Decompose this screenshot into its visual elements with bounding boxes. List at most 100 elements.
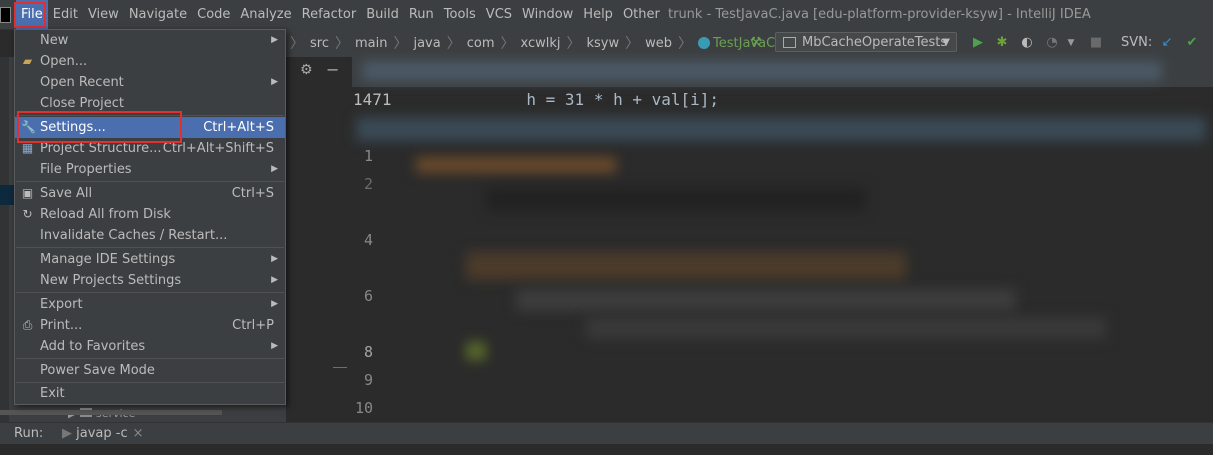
menu-item-export[interactable]: Export ▶ — [15, 294, 285, 315]
run-label: Run: — [14, 426, 44, 441]
blurred-code — [466, 342, 486, 360]
line-number: 1 — [363, 147, 373, 165]
menu-edit[interactable]: Edit — [48, 0, 83, 29]
menu-item-invalidate-caches[interactable]: Invalidate Caches / Restart... — [15, 225, 285, 246]
change-marker — [333, 367, 347, 368]
menu-item-save-all[interactable]: ▣ Save All Ctrl+S — [15, 183, 285, 204]
app-icon — [0, 7, 11, 23]
menu-separator — [16, 358, 284, 359]
menu-code[interactable]: Code — [192, 0, 235, 29]
file-menu-highlight-box — [14, 2, 46, 28]
print-icon: ⎙ — [22, 318, 33, 332]
coverage-icon[interactable]: ◐ — [1020, 36, 1034, 50]
menu-item-reload-all[interactable]: ↻ Reload All from Disk — [15, 204, 285, 225]
breadcrumb-java[interactable]: java — [411, 36, 442, 51]
line-number: 10 — [354, 399, 373, 417]
chevron-right-icon: ▶ — [271, 341, 278, 351]
menu-item-exit[interactable]: Exit — [15, 383, 285, 404]
debug-icon[interactable]: ✱ — [995, 36, 1009, 50]
breadcrumb: 〉 src 〉 main 〉 java 〉 com 〉 xcwlkj 〉 ksyw 〉 we… — [286, 29, 851, 57]
editor-tab-strip — [352, 57, 1213, 87]
breadcrumb-ksyw[interactable]: ksyw — [584, 36, 621, 51]
run-icon[interactable]: ▶ — [971, 36, 985, 50]
project-structure-icon: ▦ — [21, 141, 34, 155]
chevron-right-icon: ▶ — [271, 35, 278, 45]
menu-refactor[interactable]: Refactor — [297, 0, 362, 29]
class-icon — [698, 36, 711, 49]
menu-item-print[interactable]: ⎙ Print... Ctrl+P — [15, 315, 285, 336]
menu-other[interactable]: Other — [618, 0, 665, 29]
chevron-right-icon: ▶ — [271, 299, 278, 309]
settings-highlight-box — [17, 111, 182, 143]
run-config-icon — [783, 37, 796, 48]
line-number: 2 — [363, 175, 373, 193]
menu-item-file-properties[interactable]: File Properties ▶ — [15, 159, 285, 180]
hammer-icon[interactable]: ⚒ — [749, 36, 763, 50]
blurred-code — [486, 187, 866, 211]
run-tab[interactable]: ▶ javap -c × — [62, 426, 144, 441]
menu-build[interactable]: Build — [361, 0, 404, 29]
sticky-code-line: 1471 h = 31 * h + val[i]; — [353, 90, 720, 109]
menu-help[interactable]: Help — [578, 0, 618, 29]
blurred-code — [466, 252, 906, 280]
window-title: trunk - TestJavaC.java [edu-platform-pro… — [668, 7, 1091, 22]
menu-vcs[interactable]: VCS — [481, 0, 517, 29]
chevron-right-icon: ▶ — [271, 77, 278, 87]
menu-tools[interactable]: Tools — [439, 0, 481, 29]
blurred-code — [586, 317, 1106, 339]
breadcrumb-class[interactable]: TestJavaC — [696, 36, 777, 51]
gear-icon[interactable]: ⚙ — [300, 62, 313, 78]
chevron-down-icon[interactable]: ▼ — [1064, 36, 1078, 50]
breadcrumb-web[interactable]: web — [643, 36, 674, 51]
run-configuration-select[interactable]: MbCacheOperateTests ▼ — [775, 32, 957, 52]
chevron-right-icon: ▶ — [271, 164, 278, 174]
menu-item-new-projects-settings[interactable]: New Projects Settings ▶ — [15, 270, 285, 291]
profile-icon[interactable]: ◔ — [1045, 36, 1059, 50]
line-number: 8 — [363, 343, 373, 361]
menu-item-open-recent[interactable]: Open Recent ▶ — [15, 72, 285, 93]
breadcrumb-com[interactable]: com — [465, 36, 497, 51]
menu-view[interactable]: View — [83, 0, 124, 29]
tab-icon: ▶ — [62, 426, 72, 441]
menu-analyze[interactable]: Analyze — [235, 0, 296, 29]
blurred-code — [516, 289, 1016, 311]
side-tool-strip — [0, 57, 9, 422]
line-number: 6 — [363, 287, 373, 305]
breadcrumb-src[interactable]: src — [308, 36, 331, 51]
menu-separator — [16, 247, 284, 248]
menu-separator — [16, 181, 284, 182]
menu-run[interactable]: Run — [404, 0, 439, 29]
menu-navigate[interactable]: Navigate — [124, 0, 192, 29]
menu-window[interactable]: Window — [517, 0, 578, 29]
chevron-right-icon: ▶ — [271, 254, 278, 264]
folder-icon: ▰ — [22, 54, 33, 68]
scrollbar[interactable] — [0, 410, 222, 415]
menu-item-new[interactable]: New ▶ — [15, 30, 285, 51]
line-number: 4 — [363, 231, 373, 249]
menu-item-manage-ide-settings[interactable]: Manage IDE Settings ▶ — [15, 249, 285, 270]
navigation-toolbar: 〉 src 〉 main 〉 java 〉 com 〉 xcwlkj 〉 ksyw 〉 we… — [286, 29, 1213, 58]
console-output — [0, 444, 1213, 455]
menu-list: File Edit View Navigate Code Analyze Ref… — [16, 0, 665, 29]
menu-separator — [16, 292, 284, 293]
line-number: 9 — [363, 371, 373, 389]
svn-commit-icon[interactable]: ✔ — [1185, 36, 1199, 50]
breadcrumb-separator: 〉 — [290, 36, 304, 52]
menu-item-open[interactable]: ▰ Open... — [15, 51, 285, 72]
save-icon: ▣ — [21, 186, 34, 200]
menu-item-add-to-favorites[interactable]: Add to Favorites ▶ — [15, 336, 285, 357]
editor-area: ⚙ − 1 2 4 6 8 9 10 — [286, 57, 1213, 422]
chevron-down-icon: ▼ — [942, 37, 950, 48]
menu-item-power-save-mode[interactable]: Power Save Mode — [15, 360, 285, 381]
svn-label: SVN: — [1121, 35, 1153, 50]
close-icon[interactable]: × — [133, 426, 144, 441]
reload-icon: ↻ — [22, 207, 33, 221]
breadcrumb-main[interactable]: main — [353, 36, 389, 51]
hide-icon[interactable]: − — [326, 60, 339, 79]
stop-icon[interactable]: ■ — [1089, 36, 1103, 50]
blurred-code — [416, 157, 616, 173]
svn-update-icon[interactable]: ↙ — [1160, 36, 1174, 50]
breadcrumb-xcwlkj[interactable]: xcwlkj — [518, 36, 562, 51]
run-tool-window-bar: Run: ▶ javap -c × — [0, 422, 1213, 445]
file-menu: New ▶ ▰ Open... Open Recent ▶ Close Project… — [14, 29, 286, 405]
